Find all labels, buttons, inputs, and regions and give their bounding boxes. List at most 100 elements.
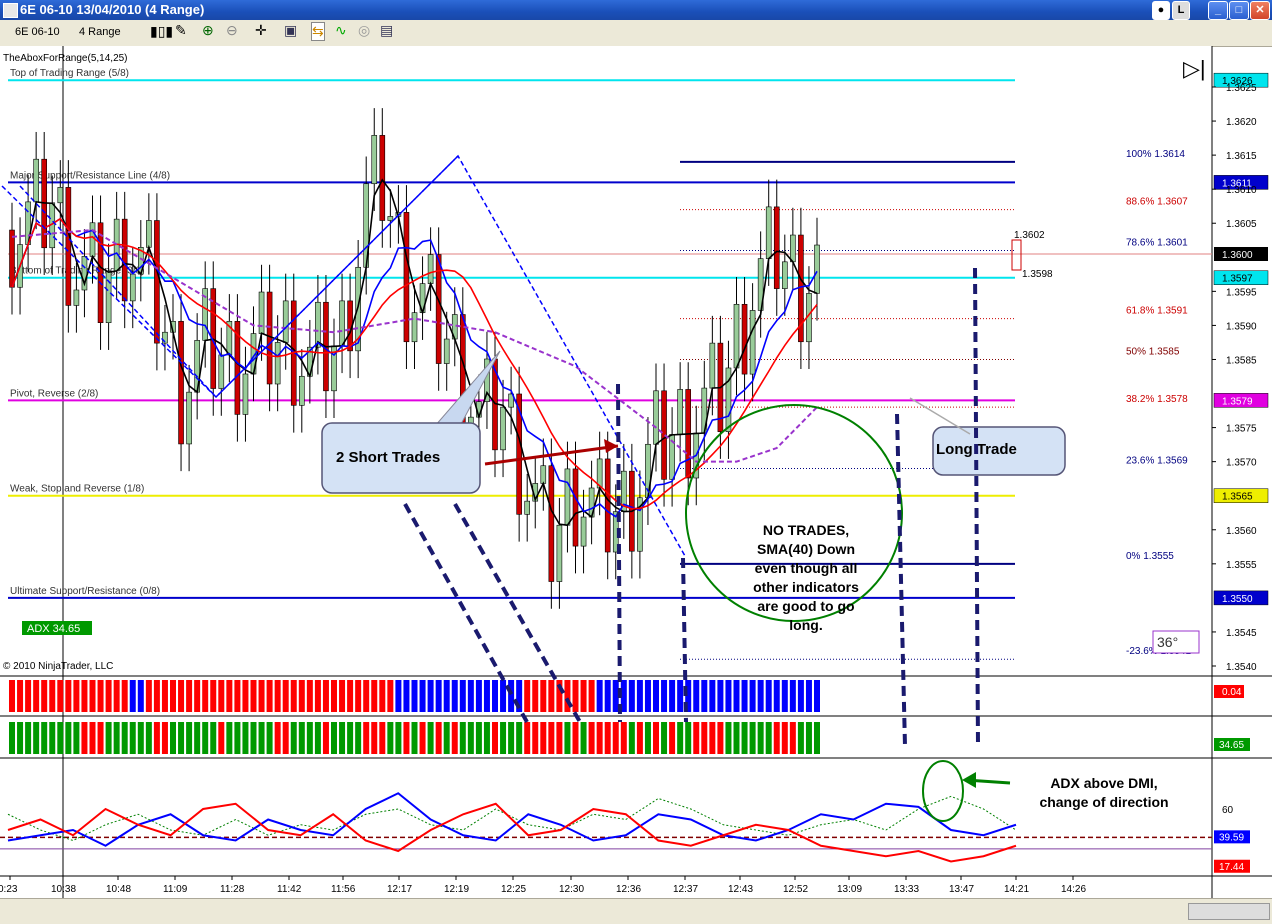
minimize-button[interactable]: _ [1208,1,1228,20]
time-tick-label: 11:56 [331,884,356,895]
horizontal-scrollbar[interactable] [1188,903,1270,920]
indicator2-bar [250,722,257,754]
candle-body [33,158,39,203]
indicator1-bar [339,680,346,712]
indicator1-bar [89,680,96,712]
fib-level-label: 88.6% 1.3607 [1126,197,1188,208]
indicator1-bar [427,680,434,712]
price-tag-label: 1.3550 [1222,594,1253,605]
indicator2-bar [475,722,482,754]
indicator1-bar [186,680,193,712]
zoom-out-icon[interactable]: ⊖ [226,22,238,39]
reload-icon[interactable]: ◎ [358,22,370,39]
indicator1-bar [298,680,305,712]
draw-pen-icon[interactable]: ✎ [175,22,187,39]
instrument-selector[interactable]: 6E 06-10 [15,26,60,38]
indicator2-bar [9,722,15,754]
time-tick-label: 11:28 [220,884,245,895]
indicator2-bar [298,722,305,754]
data-box-icon[interactable]: ▤ [380,22,393,39]
indicator1-bar [9,680,15,712]
indicator1-bar [202,680,209,712]
indicator1-bar [33,680,40,712]
indicator1-bar [129,680,136,712]
indicator1-bar [387,680,394,712]
indicator1-bar [483,680,490,712]
indicator2-bar [564,722,571,754]
indicator1-bar [49,680,56,712]
indicator2-bar [226,722,233,754]
window-title-bar: 6E 06-10 13/04/2010 (4 Range) ● L _ □ ✕ [0,0,1272,20]
properties-icon[interactable]: ▣ [284,22,297,39]
status-bar [0,898,1272,924]
indicator2-bar [290,722,297,754]
time-tick-label: 12:36 [616,884,641,895]
app-icon [3,3,18,18]
indicator2-bar [403,722,410,754]
candle-body [57,187,64,204]
indicator1-bar [580,680,587,712]
candlestick-style-icon[interactable]: ▮▯▮ [150,23,173,40]
indicator2-bar [701,722,708,754]
candle-body [274,342,281,385]
indicator1-bar [717,680,724,712]
indicator2-bar [757,722,764,754]
indicator1-bar [194,680,201,712]
indicator1-bar [644,680,651,712]
candle-body [9,229,15,288]
indicator2-bar [363,722,370,754]
crosshair-icon[interactable]: ✛ [255,22,267,39]
indicator2-bar [620,722,627,754]
interval-selector[interactable]: 4 Range [79,26,121,38]
adx-tick-label: 60 [1222,805,1234,816]
indicator2-bar [765,722,772,754]
indicator1-bar [789,680,796,712]
indicator2-bar [419,722,426,754]
indicator2-bar [773,722,780,754]
indicator2-bar [89,722,96,754]
link-icon[interactable]: L [1172,1,1190,20]
indicator1-bar [588,680,595,712]
indicator2-bar [532,722,539,754]
time-tick-label: 12:37 [673,884,698,895]
indicator2-bar [500,722,507,754]
indicator2-bar [733,722,740,754]
window-title: 6E 06-10 13/04/2010 (4 Range) [20,2,205,17]
indicator1-bar [451,680,458,712]
indicator2-bar [355,722,362,754]
indicator2-bar [411,722,418,754]
indicator2-bar [435,722,442,754]
indicators-icon[interactable]: ∿ [335,22,347,39]
indicator1-bar [628,680,635,712]
indicator1-bar [540,680,547,712]
price-tag-label: 1.3579 [1222,396,1253,407]
murrey-lines-layer: Top of Trading Range (5/8)Major Support/… [0,46,1272,898]
indicator1-bar [797,680,804,712]
indicator2-bar [347,722,354,754]
globe-icon[interactable]: ● [1152,1,1170,20]
chart-canvas[interactable]: Top of Trading Range (5/8)Major Support/… [0,46,1272,898]
price-tick-label: 1.3610 [1226,185,1257,196]
indicator1-bar [532,680,539,712]
adx-note-label: change of direction [1039,794,1168,810]
zoom-in-icon[interactable]: ⊕ [202,22,214,39]
indicator1-bar [306,680,313,712]
indicator2-bar [741,722,748,754]
indicator1-bar [379,680,386,712]
candle-body [97,222,104,323]
indicator1-bar [25,680,32,712]
strategy-icon[interactable]: ⇆ [311,22,325,41]
indicator2-bar [266,722,273,754]
indicator2-bar [459,722,466,754]
close-button[interactable]: ✕ [1250,1,1270,20]
price-tag-label: 1.3565 [1222,492,1253,503]
time-tick-label: 10:38 [51,884,76,895]
time-tick-label: 12:17 [387,884,412,895]
indicator2-bar [306,722,313,754]
indicator2-bar [781,722,788,754]
no-trades-label: SMA(40) Down [757,541,855,557]
candle-body [814,244,820,294]
angle-label: 36° [1157,634,1178,650]
indicator2-bar [97,722,104,754]
maximize-button[interactable]: □ [1229,1,1249,20]
